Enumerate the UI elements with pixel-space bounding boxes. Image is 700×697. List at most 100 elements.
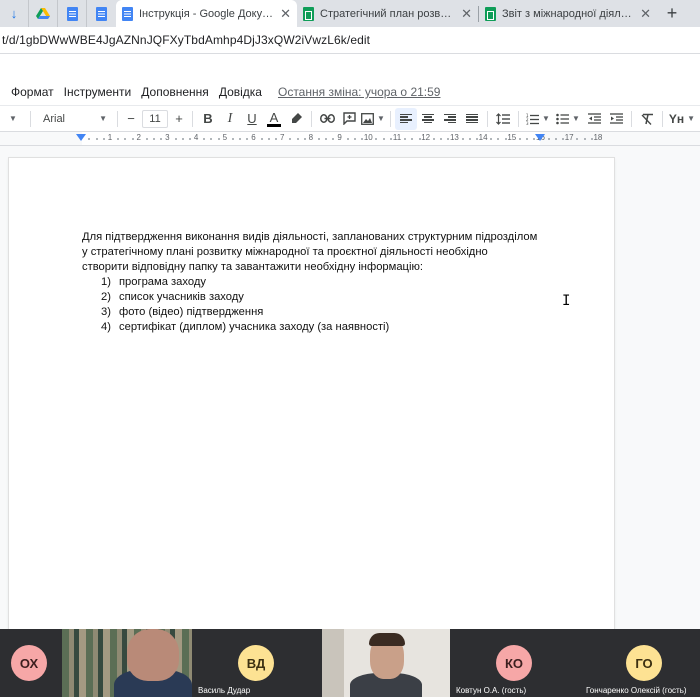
tab-international-report[interactable]: Звіт з міжнародної діяльності - G ✕ bbox=[479, 0, 657, 27]
ruler-number: 1 bbox=[107, 133, 113, 142]
input-tools-button[interactable]: Yн ▼ bbox=[667, 108, 697, 130]
participant-video-hair bbox=[369, 633, 405, 646]
participant-tile-ko[interactable]: КО Ковтун О.А. (гость) bbox=[450, 629, 580, 697]
ruler-number: 13 bbox=[449, 133, 459, 142]
list-item: 4) сертифікат (диплом) учасника заходу (з… bbox=[82, 320, 552, 335]
document-canvas[interactable]: Для підтвердження виконання видів діяльн… bbox=[0, 146, 700, 629]
tab-downloads[interactable]: ↓ bbox=[0, 0, 29, 27]
align-justify-icon bbox=[466, 113, 478, 124]
ruler-tick bbox=[504, 138, 507, 140]
decrease-indent-button[interactable] bbox=[583, 108, 605, 130]
font-size-field-wrap: 11 bbox=[140, 108, 170, 130]
tab-strategic-plan[interactable]: Стратегічний план розвитку між ✕ bbox=[297, 0, 478, 27]
participant-name: Гончаренко Олексій (гость) bbox=[586, 686, 687, 695]
ruler-tick bbox=[131, 138, 134, 140]
ruler-tick bbox=[389, 138, 392, 140]
italic-button[interactable]: I bbox=[219, 108, 241, 130]
close-tab-icon[interactable]: ✕ bbox=[455, 6, 472, 22]
horizontal-ruler[interactable]: 1 2 3 4 5 6 7 8 9 10 11 12 13 14 15 16 17 18 bbox=[0, 132, 700, 146]
participant-tile-vd[interactable]: ВД Василь Дудар bbox=[192, 629, 322, 697]
clear-formatting-icon bbox=[641, 113, 653, 125]
tab-google-drive[interactable] bbox=[29, 0, 58, 27]
participant-video-tile[interactable] bbox=[322, 629, 450, 697]
align-justify-button[interactable] bbox=[461, 108, 483, 130]
list-text: програма заходу bbox=[119, 276, 206, 288]
ruler-tick bbox=[353, 138, 356, 140]
font-size-input[interactable]: 11 bbox=[142, 109, 168, 128]
paragraph-line: створити відповідну папку та завантажити… bbox=[82, 261, 423, 273]
chevron-down-icon: ▼ bbox=[687, 114, 696, 123]
ruler-tick bbox=[267, 138, 270, 140]
ruler-number: 7 bbox=[279, 133, 285, 142]
clear-formatting-button[interactable] bbox=[636, 108, 658, 130]
ruler-number: 6 bbox=[251, 133, 256, 142]
menu-addons[interactable]: Доповнення bbox=[136, 85, 214, 99]
text-color-button[interactable]: A bbox=[263, 108, 285, 130]
tab-google-doc-2[interactable] bbox=[87, 0, 116, 27]
style-dropdown-caret[interactable]: ▼ bbox=[0, 108, 26, 130]
tab-google-doc-1[interactable] bbox=[58, 0, 87, 27]
image-icon bbox=[361, 112, 374, 125]
ruler-tick bbox=[260, 138, 263, 140]
ruler-tick bbox=[145, 138, 148, 140]
text-color-letter: A bbox=[269, 109, 279, 125]
participant-tile-go[interactable]: ГО Гончаренко Олексій (гость) bbox=[580, 629, 700, 697]
new-tab-button[interactable]: + bbox=[657, 0, 687, 27]
ruler-tick bbox=[418, 138, 421, 140]
participant-video-face bbox=[127, 629, 179, 681]
chevron-down-icon: ▼ bbox=[377, 114, 385, 123]
document-body[interactable]: Для підтвердження виконання видів діяльн… bbox=[82, 230, 552, 335]
ruler-number: 15 bbox=[507, 133, 517, 142]
video-participants-strip: ОХ ВД Василь Дудар КО Ковтун О.А. (гость… bbox=[0, 629, 700, 697]
tab-instruction-doc[interactable]: Інструкція - Google Документи ✕ bbox=[116, 0, 297, 27]
bold-button[interactable]: B bbox=[197, 108, 219, 130]
participant-tile-oh[interactable]: ОХ bbox=[0, 629, 62, 697]
align-center-button[interactable] bbox=[417, 108, 439, 130]
ruler-tick bbox=[346, 138, 349, 140]
list-number: 1) bbox=[101, 276, 111, 288]
align-right-button[interactable] bbox=[439, 108, 461, 130]
insert-link-button[interactable] bbox=[316, 108, 338, 130]
menu-help[interactable]: Довідка bbox=[214, 85, 267, 99]
indent-decrease-icon bbox=[587, 113, 601, 124]
increase-indent-button[interactable] bbox=[605, 108, 627, 130]
align-left-button[interactable] bbox=[395, 107, 417, 130]
left-indent-marker[interactable] bbox=[76, 134, 86, 141]
underline-button[interactable]: U bbox=[241, 108, 263, 130]
decrease-font-size-button[interactable]: − bbox=[122, 108, 140, 130]
right-indent-marker[interactable] bbox=[535, 134, 545, 141]
line-spacing-button[interactable] bbox=[492, 108, 514, 130]
insert-image-button[interactable]: ▼ bbox=[360, 108, 386, 130]
close-tab-icon[interactable]: ✕ bbox=[634, 6, 651, 22]
line-spacing-icon bbox=[496, 112, 510, 125]
list-item: 2) список учасників заходу bbox=[82, 290, 552, 305]
ruler-tick bbox=[303, 138, 306, 140]
close-tab-icon[interactable]: ✕ bbox=[274, 6, 291, 22]
ruler-tick bbox=[95, 138, 98, 140]
participant-video-tile[interactable] bbox=[62, 629, 192, 697]
svg-text:3: 3 bbox=[526, 121, 529, 125]
menu-format[interactable]: Формат bbox=[0, 85, 59, 99]
menu-tools[interactable]: Інструменти bbox=[59, 85, 137, 99]
list-number: 4) bbox=[101, 321, 111, 333]
mouse-text-cursor: I bbox=[562, 293, 571, 309]
font-family-select[interactable]: Arial ▼ bbox=[35, 108, 113, 130]
link-icon bbox=[319, 114, 335, 123]
address-bar[interactable]: t/d/1gbDWwWBE4JgAZNnJQFXyTbdAmhp4DjJ3xQW… bbox=[0, 27, 700, 54]
highlight-color-button[interactable] bbox=[285, 108, 307, 130]
insert-comment-button[interactable] bbox=[338, 108, 360, 130]
ruler-number: 14 bbox=[478, 133, 488, 142]
last-edit-link[interactable]: Остання зміна: учора о 21:59 bbox=[278, 85, 441, 99]
list-text: фото (відео) підтвердження bbox=[119, 306, 264, 318]
toolbar-divider bbox=[518, 110, 519, 127]
ruler-tick bbox=[231, 138, 234, 140]
bulleted-list-button[interactable]: ▼ bbox=[553, 108, 583, 130]
google-sheets-icon bbox=[485, 6, 496, 21]
increase-font-size-button[interactable]: + bbox=[170, 108, 188, 130]
indent-increase-icon bbox=[609, 113, 623, 124]
ruler-number: 8 bbox=[308, 133, 314, 142]
numbered-list-button[interactable]: 123 ▼ bbox=[523, 108, 553, 130]
url-text: t/d/1gbDWwWBE4JgAZNnJQFXyTbdAmhp4DjJ3xQW… bbox=[2, 33, 371, 47]
document-page[interactable]: Для підтвердження виконання видів діяльн… bbox=[9, 158, 614, 629]
ruler-tick bbox=[174, 138, 177, 140]
